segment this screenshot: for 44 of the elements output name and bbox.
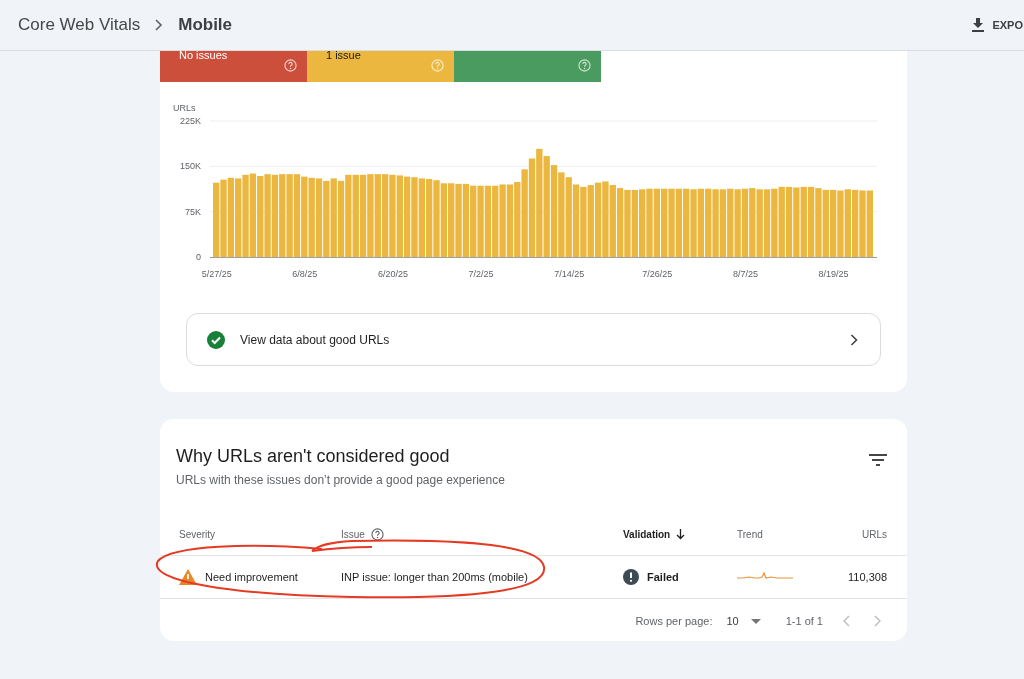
axis-tick-label: 7/26/25 xyxy=(642,269,673,279)
help-icon[interactable] xyxy=(370,527,384,541)
export-button[interactable]: EXPO xyxy=(972,18,1023,32)
section-subtitle: URLs with these issues don’t provide a good page experience xyxy=(176,473,506,487)
axis-tick-label: 225K xyxy=(179,116,201,126)
arrow-down-icon[interactable] xyxy=(676,528,686,540)
axis-tick-label: 0 xyxy=(196,252,201,262)
good-urls-link[interactable]: View data about good URLs xyxy=(186,313,881,366)
breadcrumb-item[interactable]: Core Web Vitals xyxy=(18,15,141,35)
axis-tick-label: 7/14/25 xyxy=(554,269,585,279)
column-header: Severity xyxy=(179,528,216,540)
axis-tick-label: 6/8/25 xyxy=(292,269,318,279)
warning-icon xyxy=(179,569,197,585)
error-icon xyxy=(623,569,639,585)
status-summary-tile[interactable]: No issues xyxy=(160,51,307,82)
status-summary-tile[interactable]: 1 issue xyxy=(307,51,454,82)
filter-button[interactable] xyxy=(869,454,887,468)
column-header: Trend xyxy=(737,528,763,540)
axis-tick-label: 6/20/25 xyxy=(377,269,408,279)
column-header[interactable]: Validation xyxy=(623,528,671,540)
column-header: URLs xyxy=(862,528,887,540)
axis-tick-label: 150K xyxy=(179,161,201,172)
chevron-right-icon xyxy=(154,19,165,31)
rows-per-page-label: Rows per page: xyxy=(635,615,713,627)
axis-tick-label: 5/27/25 xyxy=(201,269,232,279)
download-icon xyxy=(972,18,985,32)
pagination-range: 1-1 of 1 xyxy=(785,615,823,627)
breadcrumb-item: Mobile xyxy=(178,15,233,35)
axis-tick-label: 75K xyxy=(185,206,201,217)
chevron-right-icon xyxy=(850,333,858,346)
table-cell: 110,308 xyxy=(848,571,887,583)
column-header: Issue xyxy=(341,528,365,540)
check-circle-icon xyxy=(207,330,225,349)
dropdown-caret-icon xyxy=(750,618,761,624)
table-cell: Failed xyxy=(647,571,679,583)
table-cell: Need improvement xyxy=(205,571,298,583)
axis-tick-label: 8/19/25 xyxy=(818,269,849,279)
axis-tick-label: 8/7/25 xyxy=(732,269,758,279)
section-title: Why URLs aren't considered good xyxy=(176,446,451,467)
table-cell[interactable]: INP issue: longer than 200ms (mobile) xyxy=(341,571,528,583)
status-summary-tile[interactable] xyxy=(454,51,601,82)
axis-title: URLs xyxy=(173,103,196,113)
axis-tick-label: 7/2/25 xyxy=(468,269,494,279)
rows-per-page-select[interactable]: 10 xyxy=(726,615,761,627)
